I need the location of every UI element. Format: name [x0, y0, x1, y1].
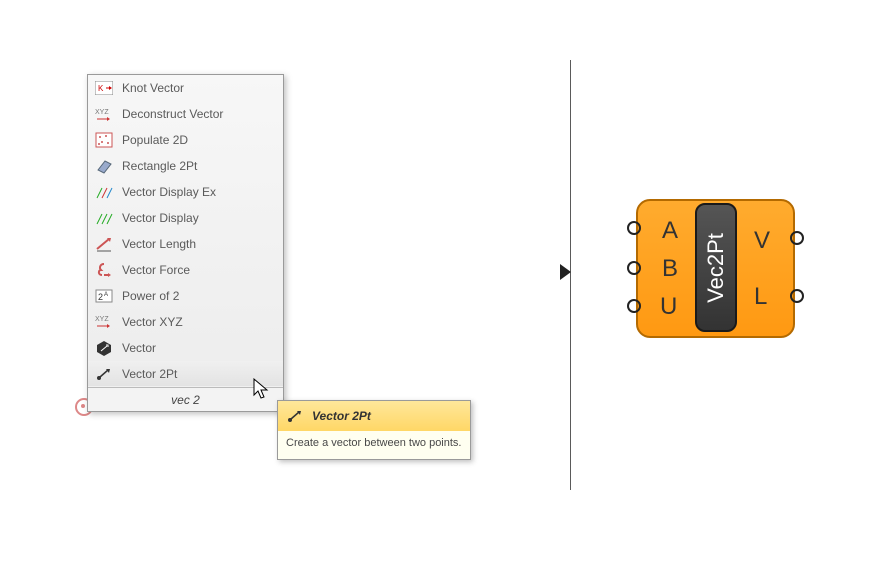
input-grip-a[interactable] — [627, 221, 641, 235]
menu-item-label: Knot Vector — [122, 81, 277, 95]
vector-2pt-icon — [286, 407, 304, 425]
input-label-a: A — [662, 217, 678, 245]
gh-component-name-text: Vec2Pt — [703, 233, 729, 303]
svg-text:K: K — [98, 84, 104, 93]
svg-text:XYZ: XYZ — [95, 316, 109, 323]
menu-item-label: Power of 2 — [122, 289, 277, 303]
menu-item-vector[interactable]: Vector — [88, 335, 283, 361]
menu-item-label: Vector Length — [122, 237, 277, 251]
deconstruct-vector-icon: XYZ — [94, 104, 114, 124]
search-text: vec 2 — [171, 393, 200, 407]
knot-vector-icon: K — [94, 78, 114, 98]
menu-item-power-of-2[interactable]: 2A Power of 2 — [88, 283, 283, 309]
svg-text:A: A — [104, 292, 108, 298]
gh-component-vec2pt[interactable]: A B U V L Vec2Pt — [636, 199, 795, 338]
input-label-b: B — [662, 255, 678, 283]
output-label-l: L — [754, 283, 767, 311]
vector-display-icon — [94, 208, 114, 228]
menu-item-vector-2pt[interactable]: Vector 2Pt — [88, 361, 283, 387]
menu-item-label: Vector XYZ — [122, 315, 277, 329]
output-label-v: V — [754, 227, 770, 255]
search-input[interactable]: vec 2 — [88, 387, 283, 411]
vector-xyz-icon: XYZ — [94, 312, 114, 332]
power-of-2-icon: 2A — [94, 286, 114, 306]
tooltip: Vector 2Pt Create a vector between two p… — [277, 400, 471, 460]
vector-display-ex-icon — [94, 182, 114, 202]
vector-icon — [94, 338, 114, 358]
menu-item-rectangle-2pt[interactable]: Rectangle 2Pt — [88, 153, 283, 179]
arrow-right-icon — [559, 263, 573, 281]
menu-item-label: Populate 2D — [122, 133, 277, 147]
vector-2pt-icon — [94, 364, 114, 384]
menu-item-vector-force[interactable]: Vector Force — [88, 257, 283, 283]
vector-force-icon — [94, 260, 114, 280]
menu-item-deconstruct-vector[interactable]: XYZ Deconstruct Vector — [88, 101, 283, 127]
menu-item-label: Deconstruct Vector — [122, 107, 277, 121]
menu-item-label: Vector Force — [122, 263, 277, 277]
populate-2d-icon — [94, 130, 114, 150]
tooltip-body: Create a vector between two points. — [278, 431, 470, 459]
menu-item-knot-vector[interactable]: K Knot Vector — [88, 75, 283, 101]
input-grip-u[interactable] — [627, 299, 641, 313]
svg-text:2: 2 — [98, 292, 103, 302]
rectangle-2pt-icon — [94, 156, 114, 176]
menu-item-label: Vector 2Pt — [122, 367, 277, 381]
menu-item-vector-display[interactable]: Vector Display — [88, 205, 283, 231]
gh-component-name: Vec2Pt — [695, 203, 737, 332]
tooltip-title: Vector 2Pt — [312, 409, 371, 423]
menu-item-label: Vector — [122, 341, 277, 355]
input-label-u: U — [660, 293, 677, 321]
menu-item-label: Vector Display Ex — [122, 185, 277, 199]
tooltip-header: Vector 2Pt — [278, 401, 470, 431]
component-search-menu: K Knot Vector XYZ Deconstruct Vector Pop… — [87, 74, 284, 412]
menu-item-populate-2d[interactable]: Populate 2D — [88, 127, 283, 153]
svg-text:XYZ: XYZ — [95, 109, 109, 116]
menu-item-vector-length[interactable]: Vector Length — [88, 231, 283, 257]
output-grip-l[interactable] — [790, 289, 804, 303]
output-grip-v[interactable] — [790, 231, 804, 245]
menu-item-label: Rectangle 2Pt — [122, 159, 277, 173]
menu-item-vector-xyz[interactable]: XYZ Vector XYZ — [88, 309, 283, 335]
input-grip-b[interactable] — [627, 261, 641, 275]
menu-item-vector-display-ex[interactable]: Vector Display Ex — [88, 179, 283, 205]
vector-length-icon — [94, 234, 114, 254]
menu-item-label: Vector Display — [122, 211, 277, 225]
